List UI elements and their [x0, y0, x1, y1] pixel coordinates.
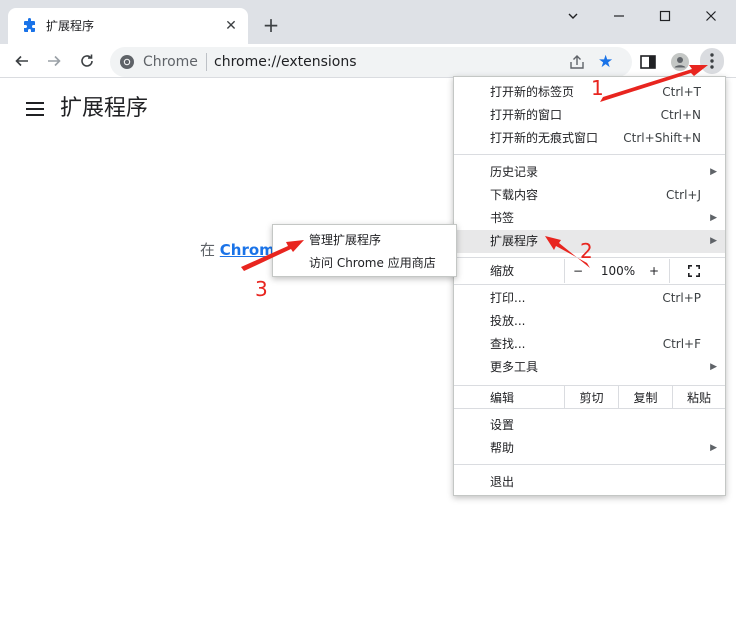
reload-button[interactable]: [75, 49, 99, 73]
back-arrow-icon: [15, 55, 28, 67]
menu-item-help[interactable]: 帮助 ▶: [454, 437, 725, 460]
menu-item-label: 打开新的标签页: [490, 85, 575, 99]
bookmark-star-icon[interactable]: ★: [598, 52, 613, 72]
menu-item-more-tools[interactable]: 更多工具 ▶: [454, 356, 725, 379]
chrome-logo-icon: [120, 55, 134, 69]
menu-item-shortcut: Ctrl+Shift+N: [623, 131, 701, 145]
menu-item-label: 设置: [490, 418, 515, 432]
forward-button[interactable]: [42, 49, 66, 73]
page-title: 扩展程序: [60, 96, 149, 121]
omnibox-divider: [206, 53, 207, 71]
site-label: Chrome: [143, 54, 198, 70]
submenu-arrow-icon: ▶: [710, 443, 717, 453]
menu-item-label: 更多工具: [490, 360, 539, 374]
tab-strip: 扩展程序 ✕ +: [0, 0, 736, 44]
menu-item-shortcut: Ctrl+T: [662, 85, 701, 99]
minimize-button[interactable]: [596, 4, 642, 28]
puzzle-icon: [24, 18, 35, 32]
menu-item-downloads[interactable]: 下载内容 Ctrl+J: [454, 184, 725, 207]
menu-item-label: 书签: [490, 211, 515, 225]
chrome-menu-button[interactable]: [700, 48, 724, 74]
menu-item-shortcut: Ctrl+N: [660, 108, 701, 122]
forward-arrow-icon: [48, 55, 61, 67]
menu-item-label: 帮助: [490, 441, 515, 455]
menu-item-new-incognito[interactable]: 打开新的无痕式窗口 Ctrl+Shift+N: [454, 127, 725, 150]
menu-item-label: 打开新的无痕式窗口: [490, 131, 599, 145]
annotation-number-2: 2: [580, 239, 593, 263]
menu-item-cast[interactable]: 投放...: [454, 310, 725, 333]
chrome-main-menu: 打开新的标签页 Ctrl+T 打开新的窗口 Ctrl+N 打开新的无痕式窗口 C…: [453, 76, 726, 496]
menu-item-label: 历史记录: [490, 165, 539, 179]
copy-button[interactable]: 复制: [618, 386, 672, 408]
tab-title: 扩展程序: [46, 19, 95, 33]
menu-item-label: 退出: [490, 475, 515, 489]
maximize-button[interactable]: [642, 4, 688, 28]
close-tab-icon[interactable]: ✕: [222, 17, 240, 35]
menu-item-label: 下载内容: [490, 188, 539, 202]
address-bar[interactable]: Chrome chrome://extensions ★: [110, 47, 632, 77]
submenu-arrow-icon: ▶: [710, 236, 717, 246]
hamburger-menu-icon[interactable]: [26, 102, 44, 116]
menu-item-bookmarks[interactable]: 书签 ▶: [454, 207, 725, 230]
paste-button[interactable]: 粘贴: [672, 386, 725, 408]
reload-icon: [81, 54, 93, 67]
more-vert-icon: [710, 53, 714, 69]
menu-item-shortcut: Ctrl+F: [662, 337, 701, 351]
menu-item-label: 打印...: [490, 291, 526, 305]
new-tab-button[interactable]: +: [260, 14, 282, 36]
zoom-value: 100%: [600, 264, 636, 278]
annotation-number-3: 3: [255, 277, 268, 301]
menu-item-label: 投放...: [490, 314, 526, 328]
menu-item-label: 打开新的窗口: [490, 108, 563, 122]
menu-item-new-window[interactable]: 打开新的窗口 Ctrl+N: [454, 104, 725, 127]
menu-item-exit[interactable]: 退出: [454, 471, 725, 494]
share-icon[interactable]: [568, 53, 586, 71]
menu-item-label: 扩展程序: [490, 234, 539, 248]
menu-divider: [454, 464, 725, 465]
annotation-number-1: 1: [591, 76, 604, 100]
submenu-arrow-icon: ▶: [710, 213, 717, 223]
extensions-submenu: 管理扩展程序 访问 Chrome 应用商店: [272, 224, 457, 277]
edit-row: 编辑 剪切 复制 粘贴: [454, 385, 725, 409]
submenu-item-label: 访问 Chrome 应用商店: [309, 256, 436, 270]
submenu-arrow-icon: ▶: [710, 362, 717, 372]
url-text[interactable]: chrome://extensions: [214, 54, 357, 70]
submenu-item-label: 管理扩展程序: [309, 233, 382, 247]
tab-extensions[interactable]: 扩展程序 ✕: [8, 8, 248, 44]
menu-item-new-tab[interactable]: 打开新的标签页 Ctrl+T: [454, 81, 725, 104]
back-button[interactable]: [10, 49, 34, 73]
fullscreen-icon[interactable]: [688, 265, 700, 277]
menu-divider: [454, 284, 725, 285]
menu-item-find[interactable]: 查找... Ctrl+F: [454, 333, 725, 356]
menu-item-label: 查找...: [490, 337, 526, 351]
menu-item-shortcut: Ctrl+J: [666, 188, 701, 202]
toolbar: Chrome chrome://extensions ★: [0, 44, 736, 78]
close-window-button[interactable]: [688, 4, 734, 28]
submenu-arrow-icon: ▶: [710, 167, 717, 177]
profile-avatar-icon[interactable]: [670, 52, 690, 72]
menu-item-print[interactable]: 打印... Ctrl+P: [454, 287, 725, 310]
zoom-in-button[interactable]: +: [645, 259, 663, 283]
edit-label: 编辑: [490, 391, 515, 405]
zoom-label: 缩放: [490, 264, 515, 278]
menu-item-settings[interactable]: 设置: [454, 414, 725, 437]
menu-item-shortcut: Ctrl+P: [662, 291, 701, 305]
submenu-item-manage-extensions[interactable]: 管理扩展程序: [273, 229, 456, 252]
menu-item-history[interactable]: 历史记录 ▶: [454, 161, 725, 184]
tab-search-chevron-icon[interactable]: [550, 4, 596, 28]
submenu-item-visit-web-store[interactable]: 访问 Chrome 应用商店: [273, 252, 456, 275]
hint-prefix: 在: [200, 241, 216, 259]
side-panel-icon[interactable]: [638, 52, 658, 72]
menu-divider: [454, 154, 725, 155]
cut-button[interactable]: 剪切: [564, 386, 618, 408]
